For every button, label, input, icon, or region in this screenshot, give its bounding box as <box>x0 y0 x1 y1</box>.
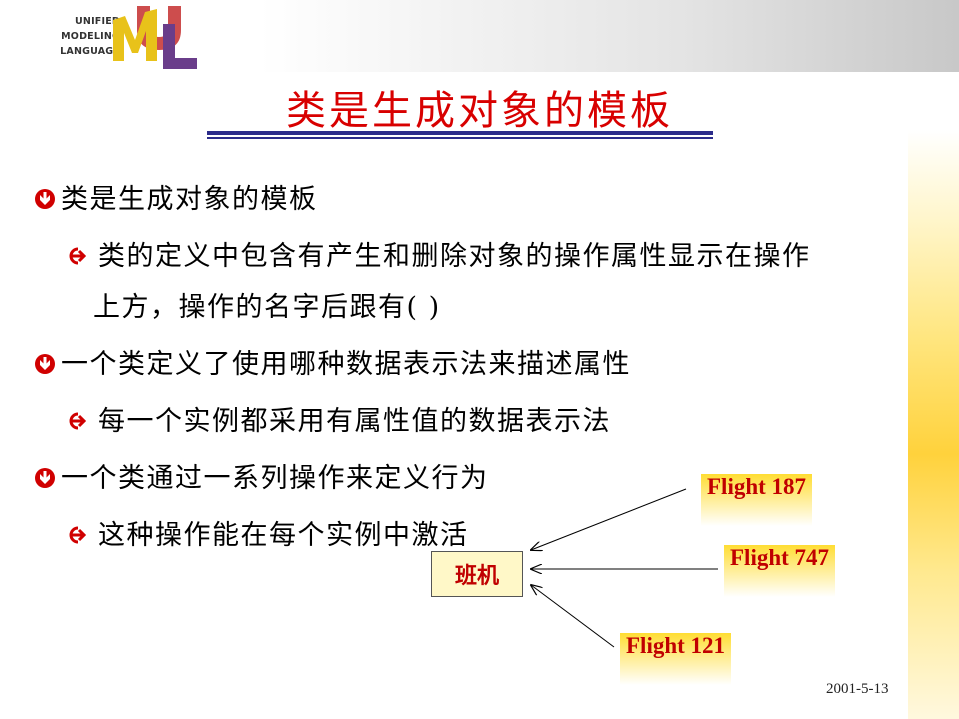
instance-label: Flight 121 <box>626 633 726 658</box>
instance-label: Flight 187 <box>707 474 807 499</box>
instance-flight-747: Flight 747 <box>724 545 836 597</box>
slide-date: 2001-5-13 <box>826 681 889 697</box>
instance-label: Flight 747 <box>730 545 830 570</box>
instance-flight-187: Flight 187 <box>701 474 813 526</box>
arrow-flight-121 <box>531 585 615 648</box>
arrow-flight-187 <box>531 488 687 550</box>
class-box-airplane: 班机 <box>431 551 523 597</box>
instance-flight-121: Flight 121 <box>620 633 732 685</box>
instance-arrows <box>0 488 718 648</box>
